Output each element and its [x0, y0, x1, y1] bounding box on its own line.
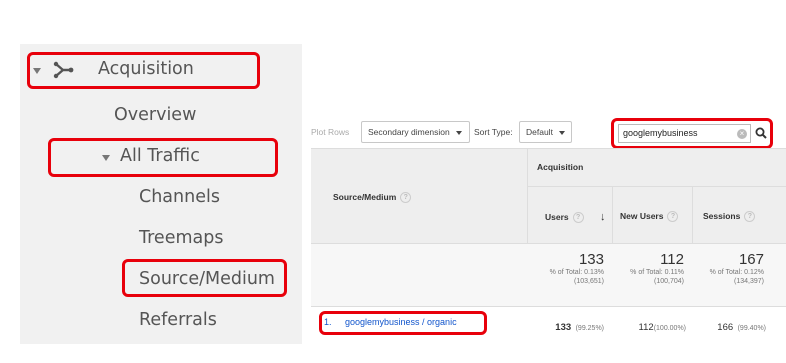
row-sessions-share: (99.40%) — [737, 325, 766, 332]
total-users-pct: % of Total: 0.13% — [549, 269, 604, 276]
search-input-value: googlemybusiness — [623, 128, 698, 138]
total-new-users: 112 % of Total: 0.11% (100,704) — [612, 251, 684, 286]
total-new-users-pct: % of Total: 0.11% — [630, 269, 684, 276]
col-divider — [612, 186, 613, 243]
chevron-down-icon — [558, 130, 565, 135]
source-medium-highlight — [122, 259, 287, 297]
total-sessions-pct: % of Total: 0.12% — [709, 269, 764, 276]
search-input[interactable]: googlemybusiness × — [618, 124, 751, 143]
sessions-header-label: Sessions — [703, 211, 741, 221]
help-icon[interactable]: ? — [667, 211, 679, 223]
source-link-highlight — [319, 311, 487, 335]
total-sessions: 167 % of Total: 0.12% (134,397) — [692, 251, 764, 286]
group-header-acquisition: Acquisition — [537, 162, 584, 172]
help-icon[interactable]: ? — [744, 211, 756, 223]
row-users-share: (99.25%) — [575, 325, 604, 332]
column-header-new-users[interactable]: New Users? — [620, 211, 679, 223]
total-new-users-base: (100,704) — [654, 278, 684, 285]
nav-item-channels[interactable]: Channels — [139, 187, 220, 207]
row-new-users-share: (100.00%) — [653, 325, 686, 332]
column-header-sessions[interactable]: Sessions? — [703, 211, 756, 223]
all-traffic-highlight — [48, 138, 278, 177]
dimension-header-label: Source/Medium — [333, 192, 397, 202]
new-users-header-label: New Users — [620, 211, 664, 221]
sort-type-value: Default — [526, 127, 553, 137]
row-new-users-value: 112 — [638, 322, 654, 333]
group-divider — [527, 186, 786, 187]
nav-item-referrals[interactable]: Referrals — [139, 310, 217, 330]
secondary-dimension-dropdown[interactable]: Secondary dimension — [361, 121, 470, 143]
total-new-users-value: 112 — [660, 251, 684, 268]
secondary-dimension-label: Secondary dimension — [368, 127, 450, 137]
nav-item-treemaps[interactable]: Treemaps — [139, 228, 223, 248]
total-users-base: (103,651) — [574, 278, 604, 285]
help-icon[interactable]: ? — [572, 212, 584, 224]
sort-type-dropdown[interactable]: Default — [519, 121, 572, 143]
chevron-down-icon — [455, 130, 462, 135]
row-new-users: 112(100.00%) — [612, 317, 686, 335]
column-header-users[interactable]: Users? ↓ — [545, 211, 606, 224]
sort-arrow-icon[interactable]: ↓ — [600, 211, 606, 223]
total-sessions-value: 167 — [738, 251, 764, 268]
header-divider — [527, 148, 528, 243]
search-icon[interactable] — [755, 127, 767, 139]
acquisition-highlight — [27, 52, 260, 89]
dimension-header[interactable]: Source/Medium? — [333, 192, 412, 204]
plot-rows-button[interactable]: Plot Rows — [311, 127, 349, 137]
col-divider — [692, 186, 693, 243]
row-sessions-value: 166 — [717, 322, 734, 333]
help-icon[interactable]: ? — [400, 192, 412, 204]
row-sessions: 166 (99.40%) — [692, 317, 766, 335]
row-users: 133 (99.25%) — [530, 317, 604, 335]
total-sessions-base: (134,397) — [734, 278, 764, 285]
total-users: 133 % of Total: 0.13% (103,651) — [528, 251, 604, 286]
total-users-value: 133 — [578, 251, 604, 268]
clear-icon[interactable]: × — [737, 129, 747, 139]
sort-type-label: Sort Type: — [474, 127, 513, 137]
row-users-value: 133 — [555, 322, 572, 333]
nav-item-overview[interactable]: Overview — [114, 105, 196, 125]
users-header-label: Users — [545, 212, 569, 222]
